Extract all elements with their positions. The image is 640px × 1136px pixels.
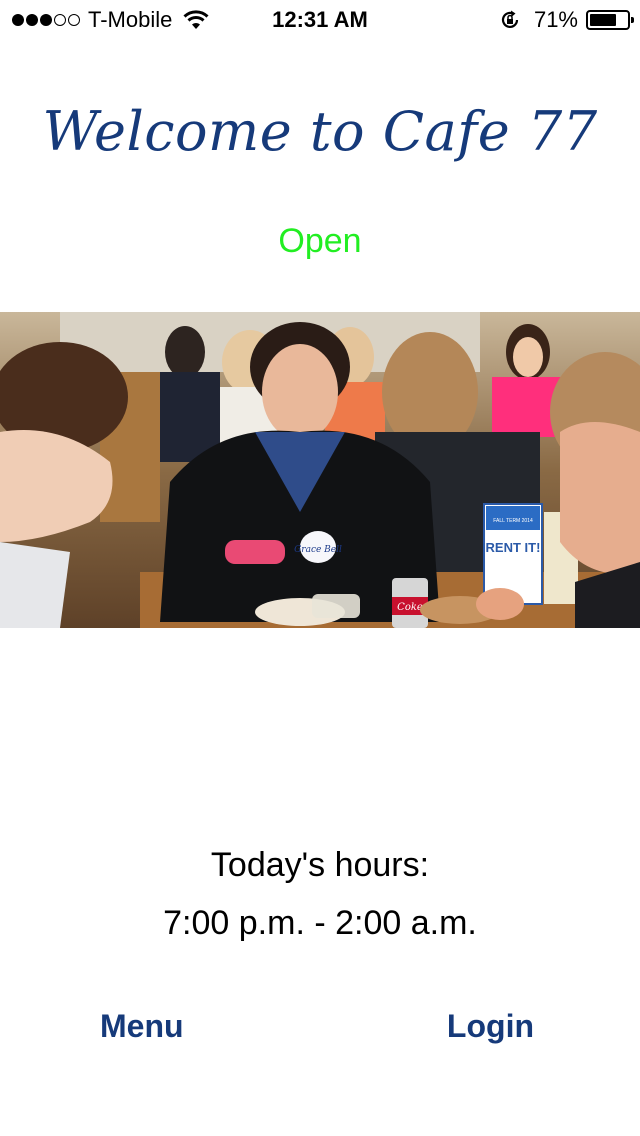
battery-icon bbox=[586, 10, 634, 30]
name-tag-text: Grace Bell bbox=[294, 545, 342, 555]
hours-value: 7:00 p.m. - 2:00 a.m. bbox=[163, 904, 477, 942]
sign-heading: FALL TERM 2014 bbox=[493, 518, 533, 524]
battery-percent: 71% bbox=[533, 7, 578, 32]
status-right: 71% bbox=[498, 7, 634, 33]
rotation-lock-icon bbox=[501, 10, 519, 29]
menu-link[interactable]: Menu bbox=[100, 1008, 184, 1045]
status-bar: T-Mobile 12:31 AM 71% bbox=[0, 0, 640, 40]
coke-label: Coke bbox=[397, 602, 423, 613]
app-screen: T-Mobile 12:31 AM 71% Welcome to Cafe 77 bbox=[0, 0, 640, 1136]
sign-text: RENT IT! bbox=[486, 540, 541, 555]
open-status-label: Open bbox=[278, 222, 362, 260]
cafe-photo: Grace Bell Coke FALL TERM 2014 RENT IT! bbox=[0, 312, 640, 628]
page-title: Welcome to Cafe 77 bbox=[42, 100, 598, 163]
hours-label: Today's hours: bbox=[210, 846, 430, 884]
login-link[interactable]: Login bbox=[447, 1008, 534, 1045]
